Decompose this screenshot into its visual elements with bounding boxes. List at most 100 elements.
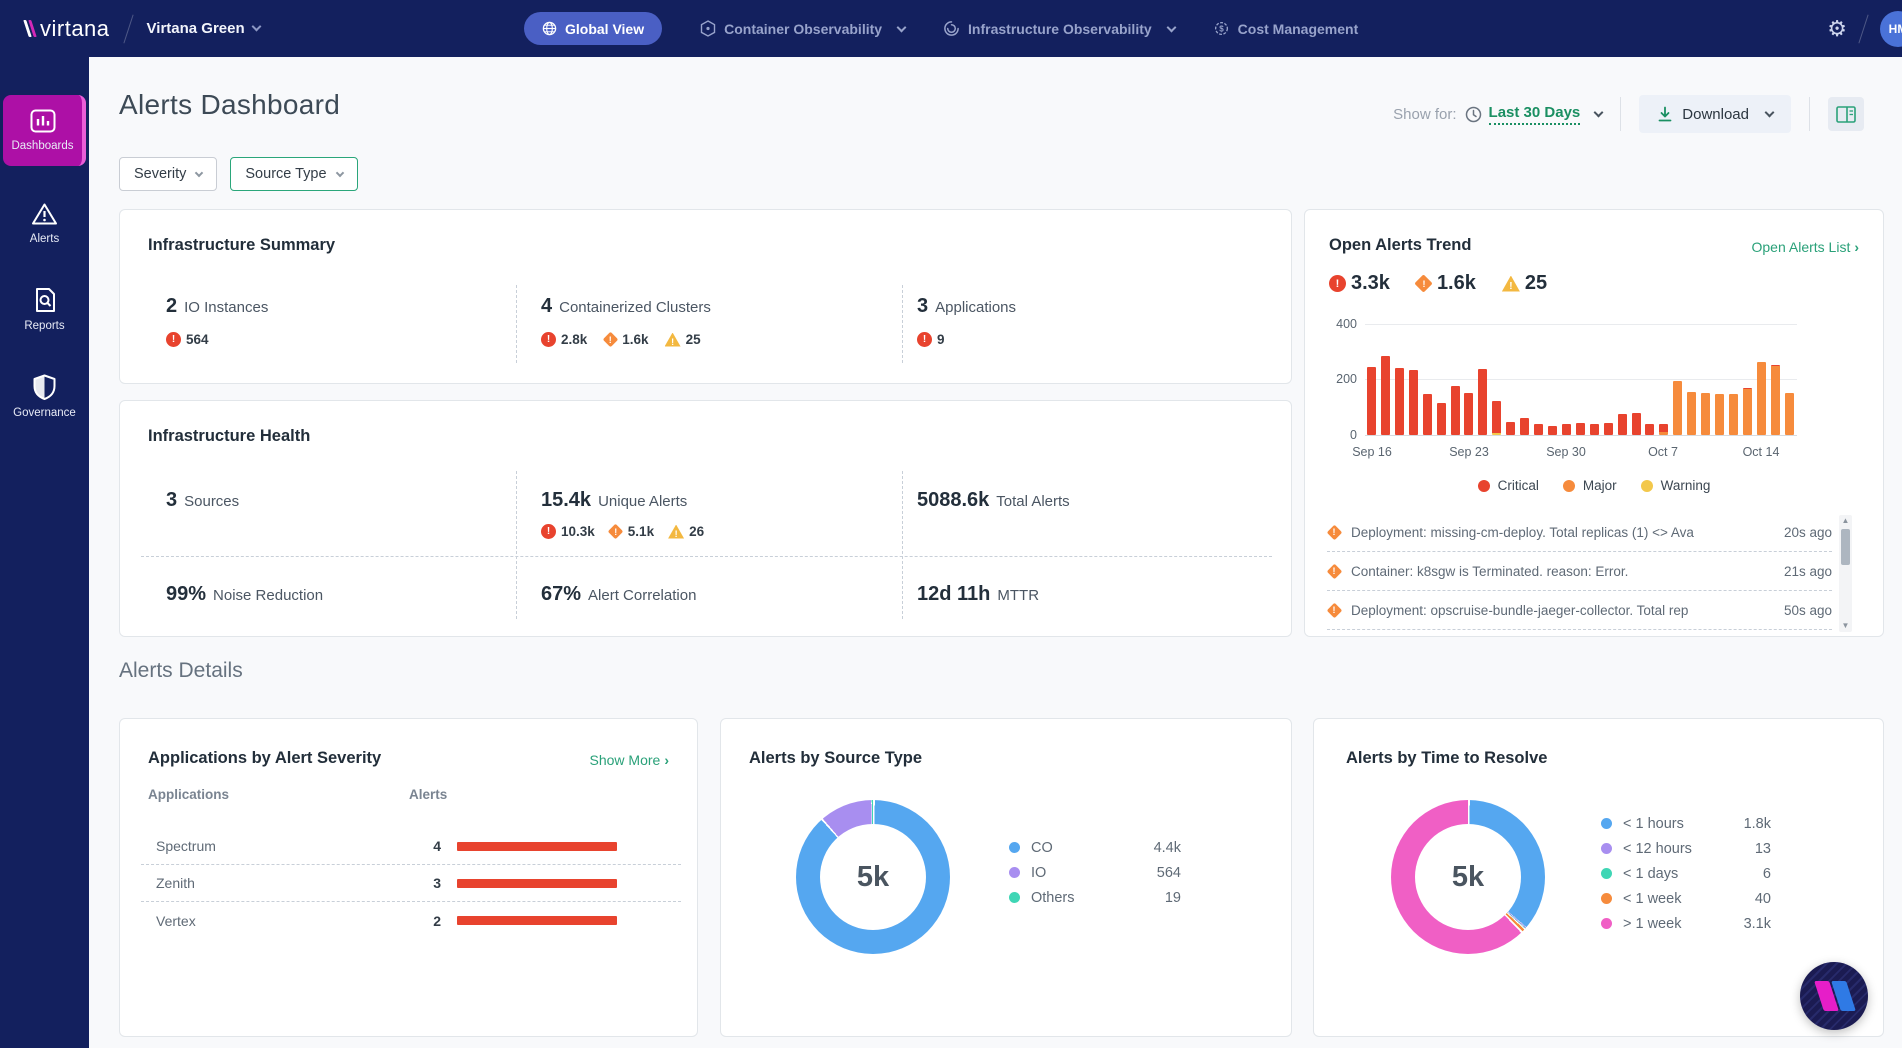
- nav-cost-management[interactable]: $ Cost Management: [1213, 20, 1359, 37]
- critical-icon: !: [541, 332, 556, 347]
- bar-segment-critical: [1534, 424, 1543, 435]
- trend-bar: [1701, 393, 1710, 435]
- legend-value: 4.4k: [1154, 840, 1181, 856]
- alert-list-item[interactable]: Deployment: missing-cm-deploy. Total rep…: [1327, 513, 1832, 552]
- trend-bar: [1437, 403, 1446, 435]
- trend-bar: [1632, 413, 1641, 435]
- open-alerts-list-link[interactable]: Open Alerts List›: [1752, 239, 1860, 255]
- severity-filter-dropdown[interactable]: Severity: [119, 157, 217, 191]
- nav-container-observability[interactable]: Container Observability: [700, 20, 905, 37]
- scroll-up-icon[interactable]: ▲: [1839, 515, 1852, 527]
- nav-infrastructure-observability[interactable]: Infrastructure Observability: [943, 20, 1175, 37]
- trend-bar: [1604, 423, 1613, 435]
- trend-bar: [1673, 381, 1682, 435]
- major-icon: [1416, 276, 1432, 292]
- alert-text: Container: k8sgw is Terminated. reason: …: [1351, 564, 1766, 579]
- critical-count: 2.8k: [561, 332, 587, 347]
- legend-value: 19: [1165, 890, 1181, 906]
- scroll-down-icon[interactable]: ▼: [1839, 620, 1852, 632]
- nav-global-view[interactable]: Global View: [524, 12, 662, 45]
- y-axis-tick: 200: [1323, 372, 1357, 386]
- source-type-filter-dropdown[interactable]: Source Type: [230, 157, 357, 191]
- warning-badge: !26: [668, 524, 704, 539]
- download-label: Download: [1682, 106, 1749, 123]
- trend-severity-stats: !3.3k 1.6k !25: [1329, 272, 1547, 295]
- nav-global-view-label: Global View: [565, 21, 644, 37]
- time-range-selector[interactable]: Last 30 Days: [1465, 104, 1603, 125]
- legend-label: Others: [1031, 890, 1165, 906]
- alerts-by-source-type-card: Alerts by Source Type 5k CO 4.4k IO 564 …: [720, 718, 1292, 1037]
- scrollbar-thumb[interactable]: [1841, 529, 1850, 565]
- bar-segment-major: [1673, 381, 1682, 435]
- legend-label: < 1 week: [1623, 891, 1755, 907]
- summary-col-applications: 3 Applications !9: [917, 295, 1016, 347]
- list-scrollbar[interactable]: ▲ ▼: [1839, 515, 1852, 632]
- chevron-down-icon: [1594, 107, 1604, 117]
- sidebar-item-reports[interactable]: Reports: [0, 275, 89, 344]
- alert-list-item[interactable]: Deployment: opscruise-bundle-jaeger-coll…: [1327, 591, 1832, 630]
- alert-time: 20s ago: [1784, 525, 1832, 540]
- bar-segment-major: [1729, 394, 1738, 435]
- stat-value: 15.4k: [541, 489, 591, 512]
- trend-bar: [1729, 394, 1738, 435]
- chevron-down-icon: [897, 22, 907, 32]
- legend-label: < 1 days: [1623, 866, 1763, 882]
- legend-row-co: CO 4.4k: [1009, 835, 1181, 860]
- stat-label: Total Alerts: [996, 493, 1069, 510]
- table-row[interactable]: Zenith 3: [141, 865, 681, 902]
- header-controls: Show for: Last 30 Days Download: [1393, 95, 1864, 133]
- trend-bar: [1562, 424, 1571, 435]
- bar-segment-critical: [1381, 356, 1390, 435]
- show-more-link[interactable]: Show More›: [590, 752, 669, 768]
- bar-segment-major: [1743, 389, 1752, 435]
- org-selector[interactable]: Virtana Green: [147, 20, 260, 37]
- card-title: Alerts by Time to Resolve: [1346, 749, 1547, 768]
- legend-dot: [1601, 893, 1612, 904]
- card-title: Infrastructure Summary: [148, 236, 335, 255]
- sidebar-item-governance[interactable]: Governance: [0, 362, 89, 431]
- sidebar-item-alerts[interactable]: Alerts: [0, 190, 89, 257]
- donut-center-label: 5k: [796, 800, 950, 954]
- legend-label: IO: [1031, 865, 1157, 881]
- user-avatar[interactable]: HM: [1880, 11, 1902, 47]
- alert-text: Deployment: missing-cm-deploy. Total rep…: [1351, 525, 1766, 540]
- x-axis-tick: Sep 23: [1449, 445, 1489, 459]
- open-alerts-list-label: Open Alerts List: [1752, 239, 1851, 255]
- dashboards-icon: [30, 109, 56, 133]
- bar-segment-critical: [1659, 424, 1668, 432]
- major-total: 1.6k: [1437, 272, 1476, 295]
- table-row[interactable]: Vertex 2: [141, 902, 681, 939]
- settings-gear-icon[interactable]: ⚙: [1827, 18, 1847, 40]
- severity-bar: [457, 879, 617, 888]
- virtana-logo[interactable]: virtana: [26, 16, 110, 42]
- legend-label: Critical: [1498, 478, 1539, 493]
- alerts-by-time-to-resolve-card: Alerts by Time to Resolve 5k < 1 hours 1…: [1313, 718, 1884, 1037]
- x-axis-line: [1365, 435, 1797, 436]
- alert-count: 4: [386, 838, 441, 854]
- bar-segment-major: [1701, 393, 1710, 435]
- alert-list-item[interactable]: Container: k8sgw is Terminated. reason: …: [1327, 552, 1832, 591]
- stat-label: Applications: [935, 299, 1016, 316]
- sidebar-item-dashboards[interactable]: Dashboards: [3, 95, 86, 166]
- health-total-alerts: 5088.6k Total Alerts: [917, 489, 1070, 512]
- bar-segment-critical: [1464, 393, 1473, 435]
- top-nav: virtana Virtana Green Global View: [0, 0, 1902, 57]
- app-root: virtana Virtana Green Global View: [0, 0, 1902, 1048]
- critical-badge: !564: [166, 332, 209, 347]
- chevron-down-icon: [1765, 107, 1775, 117]
- warning-stat: !25: [1502, 272, 1547, 295]
- applications-table: Spectrum 4 Zenith 3 Vertex 2: [141, 828, 681, 939]
- legend-dot: [1601, 843, 1612, 854]
- trend-legend: Critical Major Warning: [1305, 478, 1883, 493]
- side-panel-toggle-button[interactable]: [1828, 97, 1864, 131]
- virtana-chat-bubble-button[interactable]: [1800, 962, 1868, 1030]
- major-icon: [603, 333, 617, 347]
- infrastructure-health-card: Infrastructure Health 3 Sources 15.4k Un…: [119, 400, 1292, 637]
- nav-items: Global View Container Observability Infr…: [524, 0, 1358, 57]
- bar-segment-major: [1687, 392, 1696, 435]
- major-stat: 1.6k: [1416, 272, 1476, 295]
- bar-segment-critical: [1618, 414, 1627, 435]
- download-button[interactable]: Download: [1639, 95, 1791, 133]
- table-row[interactable]: Spectrum 4: [141, 828, 681, 865]
- stat-value: 3: [166, 489, 177, 512]
